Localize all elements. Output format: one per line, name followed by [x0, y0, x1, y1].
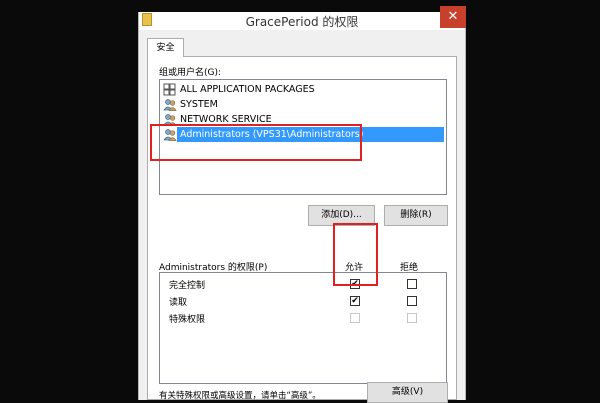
- deny-special-checkbox: [407, 313, 417, 323]
- package-group-icon: [163, 83, 176, 96]
- list-item-label: Administrators (VPS31\Administrators): [180, 129, 364, 140]
- add-button[interactable]: 添加(D)...: [308, 205, 375, 226]
- deny-read-checkbox[interactable]: [407, 296, 417, 306]
- remove-button[interactable]: 删除(R): [384, 205, 448, 226]
- list-item-all-application-packages[interactable]: ALL APPLICATION PACKAGES: [162, 82, 444, 97]
- list-item-network-service[interactable]: NETWORK SERVICE: [162, 112, 444, 127]
- dialog-body: 安全 组或用户名(G): ALL APPLICATION PACKAGES SY…: [139, 30, 465, 403]
- list-item-label: SYSTEM: [180, 99, 218, 110]
- window-title: GracePeriod 的权限: [245, 15, 359, 29]
- users-icon: [163, 129, 177, 141]
- allow-read-checkbox[interactable]: ✔: [350, 296, 360, 306]
- allow-special-checkbox: [350, 313, 360, 323]
- list-item-label: ALL APPLICATION PACKAGES: [180, 84, 315, 95]
- list-item-administrators[interactable]: Administrators (VPS31\Administrators): [162, 127, 444, 142]
- list-item-label: NETWORK SERVICE: [180, 114, 272, 125]
- permission-row-special: 特殊权限: [160, 311, 446, 327]
- groups-listbox[interactable]: ALL APPLICATION PACKAGES SYSTEM NETWORK …: [159, 79, 447, 195]
- permission-name: 特殊权限: [169, 315, 206, 325]
- permission-name: 读取: [169, 298, 188, 308]
- permission-row-full-control: 完全控制 ✔: [160, 277, 446, 293]
- deny-full-control-checkbox[interactable]: [407, 279, 417, 289]
- title-bar[interactable]: GracePeriod 的权限 ✕: [139, 6, 466, 30]
- allow-full-control-checkbox[interactable]: ✔: [350, 279, 360, 289]
- permission-row-read: 读取 ✔: [160, 294, 446, 310]
- users-icon: [163, 99, 177, 111]
- security-panel: 组或用户名(G): ALL APPLICATION PACKAGES SYSTE…: [147, 56, 457, 403]
- advanced-hint: 有关特殊权限或高级设置，请单击“高级”。: [159, 391, 321, 401]
- close-button[interactable]: ✕: [440, 6, 466, 28]
- permissions-dialog: GracePeriod 的权限 ✕ 安全 组或用户名(G): ALL APPLI…: [138, 6, 466, 403]
- list-item-system[interactable]: SYSTEM: [162, 97, 444, 112]
- permission-name: 完全控制: [169, 281, 206, 291]
- users-icon: [163, 114, 177, 126]
- permissions-list: 完全控制 ✔ 读取 ✔ 特殊权限: [159, 272, 447, 384]
- groups-label: 组或用户名(G):: [159, 68, 222, 78]
- tab-security[interactable]: 安全: [147, 38, 184, 57]
